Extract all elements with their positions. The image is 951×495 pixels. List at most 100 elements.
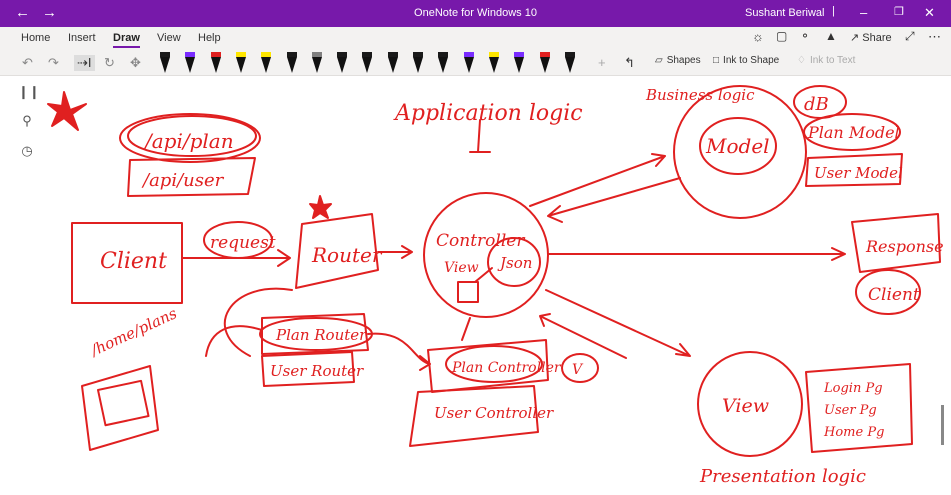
db-text: dB [804,94,829,115]
ink-to-shape-icon: □ [713,55,720,66]
tab-help[interactable]: Help [198,32,221,44]
undo-icon[interactable]: ↶ [22,55,33,71]
application-logic-text: Application logic [393,101,583,126]
pen-icon [337,57,348,73]
notification-icon[interactable]: ▲ [825,29,837,43]
tab-draw[interactable]: Draw [113,32,140,48]
plan-model-text: Plan Model [807,123,900,142]
bell-icon[interactable]: ☼ [752,29,764,44]
view-small-text: View [444,260,479,276]
pen-6[interactable] [286,52,297,74]
pen-14[interactable] [488,52,499,74]
user-pg-text: User Pg [824,403,877,418]
pen-icon [160,57,170,73]
api-user-text: /api/user [141,170,225,191]
view-circle-text: View [722,395,769,417]
search-icon[interactable]: ⚲ [18,113,36,131]
notebooks-icon[interactable]: ❙❙ [18,84,40,102]
pen-7[interactable] [311,52,322,74]
pen-17[interactable] [564,52,575,74]
type-select-icon[interactable]: ⇢I [74,55,95,71]
pen-icon [311,57,322,73]
ruler-icon[interactable]: ↰ [624,55,635,71]
router-to-controller-arrow [377,245,413,259]
scrollbar[interactable] [941,405,944,445]
plan-router-text: Plan Router [275,326,367,344]
pen-icon [286,57,297,73]
pen-icon [210,57,221,73]
browser-screen [97,379,150,427]
pen-1[interactable] [160,52,170,74]
pen-13[interactable] [463,52,474,74]
pen-10[interactable] [387,52,398,74]
pen-5[interactable] [261,52,272,74]
tab-insert[interactable]: Insert [68,32,96,44]
lasso-icon[interactable]: ↻ [104,55,115,71]
login-text: Login Pg [823,381,883,396]
ink-to-text-button[interactable]: ♢ Ink to Text [797,55,855,66]
controller-to-model-arrow [529,153,666,207]
model-to-controller-arrow [547,177,681,223]
pen-icon [235,57,246,73]
fullscreen-icon[interactable]: ⤢ [905,29,915,44]
more-icon[interactable]: ⋯ [928,29,941,45]
controller-text: Controller [436,231,525,251]
pen-11[interactable] [413,52,423,74]
ink-to-text-icon: ♢ [797,55,806,66]
tab-home[interactable]: Home [21,32,50,44]
router-to-plan-controller-arrow [367,332,431,371]
pen-2[interactable] [185,52,196,74]
home-pg-text: Home Pg [823,425,884,440]
pen-12[interactable] [438,52,449,74]
recent-icon[interactable]: ◷ [18,143,36,161]
separator: | [832,5,835,17]
user-controller-text: User Controller [434,404,554,422]
pen-icon [463,57,474,73]
lightbulb-icon[interactable]: ⚬ [800,29,810,43]
pen-16[interactable] [539,52,550,74]
business-logic-text: Business logic [645,86,755,104]
notebook-icon[interactable]: ▢ [776,29,787,43]
close-icon[interactable]: ✕ [924,5,935,21]
json-text: Json [497,254,532,272]
pen-3[interactable] [210,52,221,74]
user-model-text: User Model [814,164,903,182]
pen-icon [413,57,423,73]
request-text: request [210,233,276,253]
v-text: V [572,362,584,378]
add-pen-icon[interactable]: + [598,55,606,70]
client-text: Client [100,249,167,274]
pen-icon [438,57,449,73]
star-doodle [47,91,87,131]
plan-controller-text: Plan Controller [451,360,562,376]
pen-icon [514,57,525,73]
minimize-icon[interactable]: – [860,5,867,20]
drawing-canvas[interactable]: /api/plan /api/user Application logic Cl… [44,76,951,495]
pen-9[interactable] [362,52,373,74]
redo-icon[interactable]: ↷ [48,55,59,71]
pen-icon [387,57,398,73]
share-button[interactable]: ↗ Share [850,31,892,44]
pen-8[interactable] [337,52,348,74]
pen-icon [362,57,373,73]
shapes-icon: ▱ [655,55,663,66]
api-plan-text: /api/plan [143,129,234,153]
router-text: Router [311,243,383,267]
model-text: Model [705,134,770,158]
user-name[interactable]: Sushant Beriwal [745,7,825,19]
share-icon: ↗ [850,32,860,44]
pen-icon [185,57,196,73]
pen-15[interactable] [514,52,525,74]
pen-4[interactable] [235,52,246,74]
tab-view[interactable]: View [157,32,181,44]
ink-to-shape-button[interactable]: □ Ink to Shape [713,55,779,66]
add-space-icon[interactable]: ✥ [130,55,141,71]
title-bar: ← → OneNote for Windows 10 Sushant Beriw… [0,0,951,27]
shapes-button[interactable]: ▱ Shapes [655,55,701,66]
pen-icon [488,57,499,73]
home-plans-text: /home/plans [86,304,180,360]
controller-to-response-arrow [547,247,846,261]
pen-icon [564,57,575,73]
star-doodle [309,195,332,219]
restore-icon[interactable]: ❐ [894,5,904,18]
